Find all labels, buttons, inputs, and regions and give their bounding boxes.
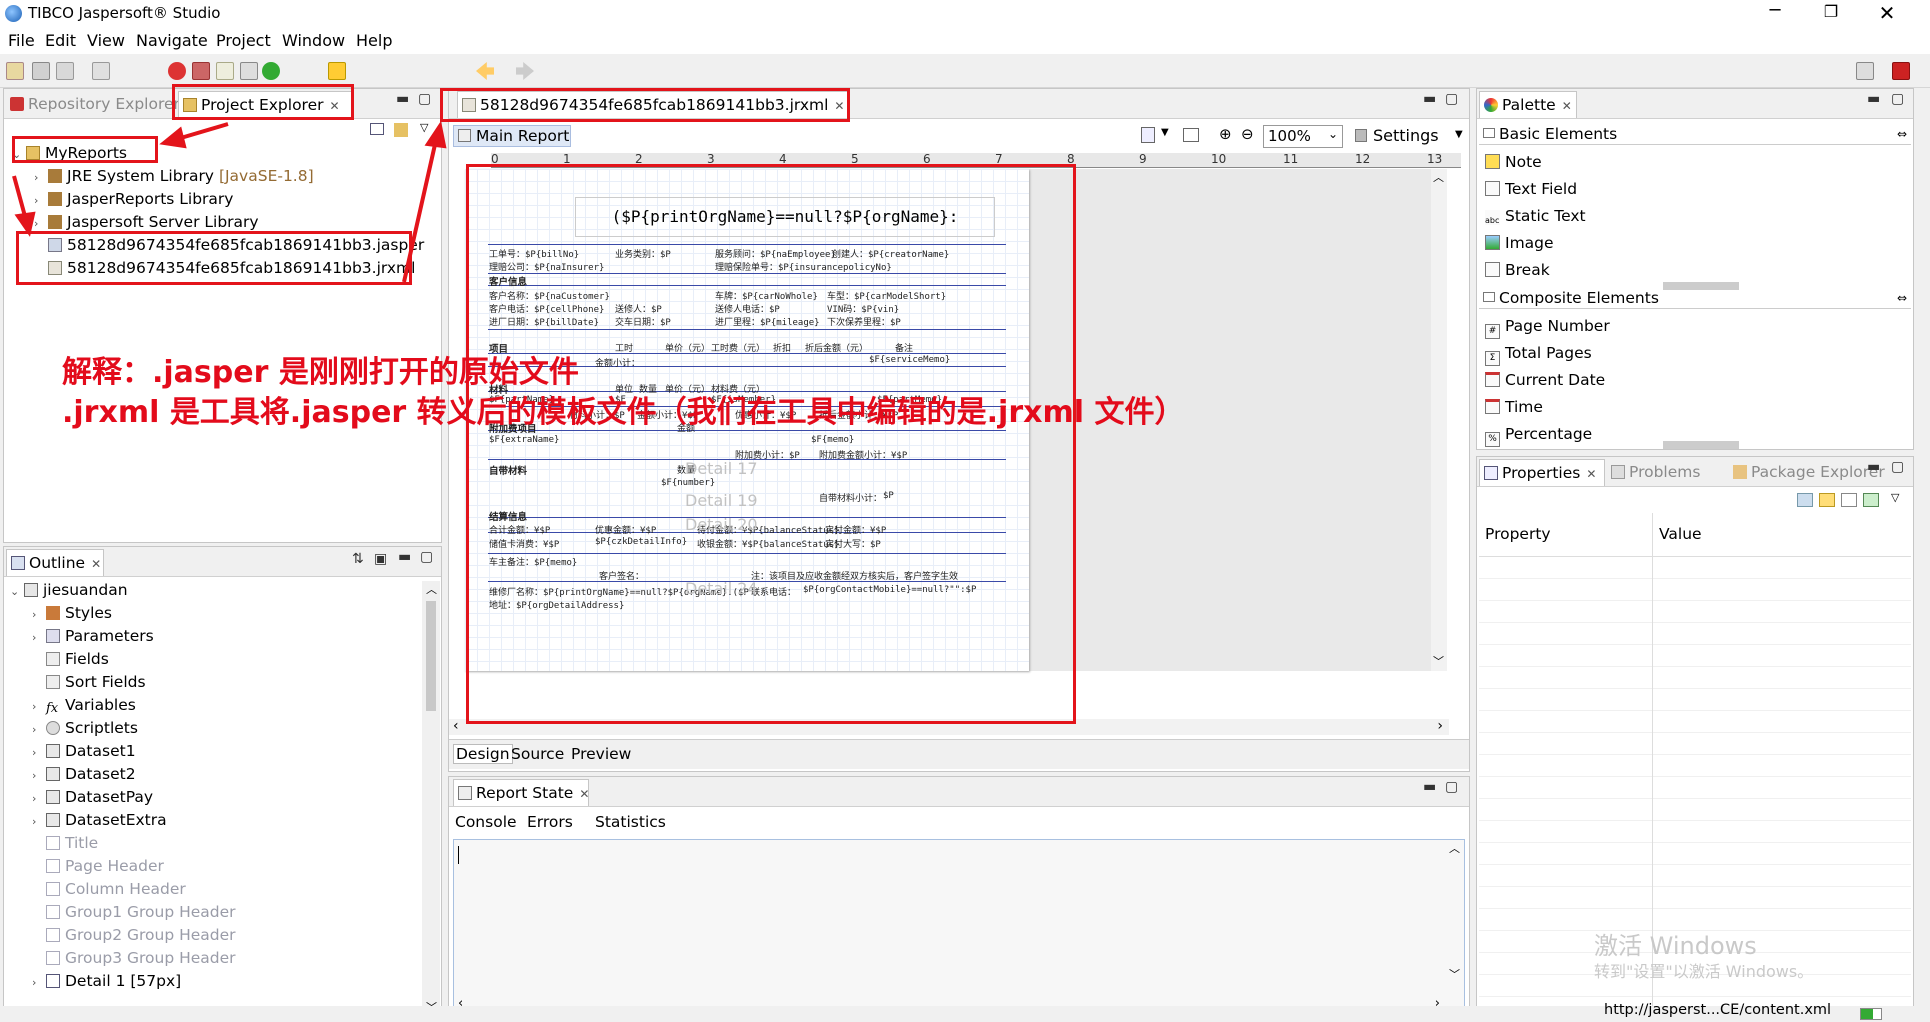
annotation-arrows [12,120,447,283]
annotation-line-2: .jrxml 是工具将.jasper 转义后的模板文件（我们在工具中编辑的是.j… [62,395,1185,430]
jaspersoft-studio-window: TIBCO Jaspersoft® Studio ─ ❐ ✕ File Edit… [0,0,1930,1022]
annotation-line-1: 解释：.jasper 是刚刚打开的原始文件 [62,355,579,390]
